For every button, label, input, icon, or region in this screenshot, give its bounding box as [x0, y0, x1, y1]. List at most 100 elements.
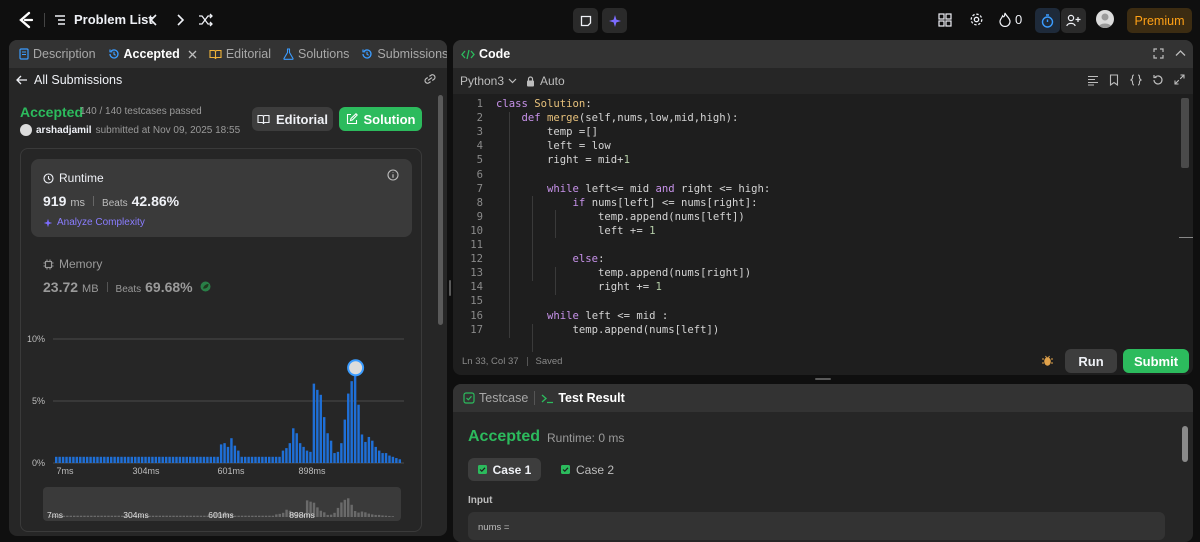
- memory-card[interactable]: Memory 23.72 MB Beats 69.68%: [31, 249, 412, 299]
- distribution-bar[interactable]: [336, 451, 340, 463]
- distribution-bar[interactable]: [68, 456, 72, 463]
- your-submission-marker[interactable]: [347, 359, 365, 377]
- distribution-bar[interactable]: [168, 456, 171, 463]
- distribution-bar[interactable]: [116, 456, 120, 463]
- panel-resize-handle[interactable]: [815, 378, 831, 380]
- tab-test-result[interactable]: Test Result: [535, 384, 630, 412]
- vertical-resize-handle[interactable]: [449, 280, 451, 296]
- distribution-bar[interactable]: [305, 450, 309, 463]
- leetcode-logo-icon[interactable]: [16, 10, 36, 30]
- distribution-bar[interactable]: [223, 443, 226, 463]
- distribution-bar[interactable]: [175, 456, 178, 463]
- runtime-distribution-chart[interactable]: 0% 5% 10% 7ms 304ms 601ms 898ms: [21, 329, 421, 475]
- tab-accepted[interactable]: Accepted: [102, 40, 203, 68]
- ai-assistant-button[interactable]: [602, 8, 627, 33]
- distribution-bar[interactable]: [61, 456, 65, 463]
- distribution-bar[interactable]: [206, 456, 209, 463]
- distribution-bar[interactable]: [120, 456, 123, 463]
- distribution-bar[interactable]: [343, 419, 347, 463]
- distribution-bar[interactable]: [240, 456, 243, 463]
- distribution-bar[interactable]: [216, 456, 219, 463]
- distribution-bar[interactable]: [199, 456, 202, 463]
- distribution-bar[interactable]: [58, 456, 61, 463]
- distribution-bar[interactable]: [278, 456, 281, 463]
- distribution-bar[interactable]: [230, 438, 233, 463]
- braces-icon[interactable]: [1130, 74, 1142, 86]
- fullscreen-icon[interactable]: [1174, 74, 1185, 85]
- debug-bug-icon[interactable]: [1041, 354, 1054, 367]
- distribution-bar[interactable]: [347, 393, 350, 463]
- distribution-bar[interactable]: [250, 456, 254, 463]
- notes-button[interactable]: [573, 8, 598, 33]
- distribution-bar[interactable]: [302, 446, 305, 463]
- distribution-bar[interactable]: [92, 456, 96, 463]
- layout-grid-icon[interactable]: [938, 13, 952, 27]
- language-select[interactable]: Python3: [460, 74, 517, 88]
- close-icon[interactable]: [188, 50, 197, 59]
- submit-button[interactable]: Submit: [1123, 349, 1189, 373]
- distribution-bar[interactable]: [288, 443, 292, 463]
- distribution-bar[interactable]: [75, 456, 79, 463]
- distribution-bar[interactable]: [329, 440, 333, 463]
- tab-editorial[interactable]: Editorial: [203, 40, 277, 68]
- distribution-bar[interactable]: [353, 373, 357, 463]
- editorial-button[interactable]: Editorial: [252, 107, 333, 131]
- distribution-bar[interactable]: [147, 456, 151, 463]
- distribution-bar[interactable]: [192, 456, 195, 463]
- distribution-bar[interactable]: [333, 453, 336, 463]
- distribution-bar[interactable]: [72, 456, 75, 463]
- distribution-bar[interactable]: [144, 456, 147, 463]
- distribution-bar[interactable]: [182, 456, 185, 463]
- solution-button[interactable]: Solution: [339, 107, 422, 131]
- distribution-bar[interactable]: [247, 456, 250, 463]
- distribution-bar[interactable]: [158, 456, 161, 463]
- case-1-button[interactable]: Case 1: [468, 458, 541, 481]
- distribution-bar[interactable]: [134, 456, 137, 463]
- distribution-bar[interactable]: [103, 456, 106, 463]
- premium-button[interactable]: Premium: [1127, 8, 1192, 33]
- distribution-bar[interactable]: [213, 456, 216, 463]
- avatar[interactable]: [1096, 10, 1114, 28]
- distribution-bar[interactable]: [364, 441, 367, 463]
- distribution-bar[interactable]: [340, 443, 343, 463]
- tab-description[interactable]: Description: [13, 40, 102, 68]
- distribution-bar[interactable]: [65, 456, 68, 463]
- problem-list-link[interactable]: Problem List: [54, 12, 153, 27]
- distribution-bar[interactable]: [360, 434, 364, 463]
- analyze-complexity-link[interactable]: Analyze Complexity: [43, 217, 145, 228]
- test-scrollbar[interactable]: [1182, 426, 1188, 462]
- distribution-bar[interactable]: [377, 450, 381, 463]
- chevron-right-icon[interactable]: [174, 13, 186, 27]
- distribution-bar[interactable]: [219, 444, 223, 463]
- distribution-bar[interactable]: [237, 450, 240, 463]
- auto-mode-toggle[interactable]: Auto: [526, 74, 565, 88]
- distribution-bar[interactable]: [391, 456, 395, 463]
- distribution-bar[interactable]: [85, 456, 89, 463]
- distribution-bar[interactable]: [113, 456, 116, 463]
- distribution-bar[interactable]: [281, 450, 285, 463]
- distribution-bar[interactable]: [257, 456, 261, 463]
- runtime-card[interactable]: Runtime 919 ms Beats 42.86% Analyze Comp…: [31, 159, 412, 237]
- distribution-bar[interactable]: [226, 446, 230, 463]
- distribution-bar[interactable]: [161, 456, 164, 463]
- streak-counter[interactable]: 0: [999, 12, 1022, 27]
- distribution-bar[interactable]: [130, 456, 134, 463]
- bookmark-icon[interactable]: [1109, 74, 1119, 86]
- timer-button[interactable]: [1035, 8, 1060, 33]
- distribution-bar[interactable]: [271, 456, 274, 463]
- distribution-bar[interactable]: [178, 456, 182, 463]
- distribution-bar[interactable]: [350, 381, 353, 463]
- distribution-bar[interactable]: [367, 436, 371, 463]
- distribution-bar[interactable]: [137, 456, 140, 463]
- distribution-bar[interactable]: [261, 456, 264, 463]
- distribution-bar[interactable]: [195, 456, 199, 463]
- distribution-bar[interactable]: [79, 456, 82, 463]
- distribution-bar[interactable]: [264, 456, 268, 463]
- distribution-bar[interactable]: [89, 456, 92, 463]
- chevron-left-icon[interactable]: [148, 13, 160, 27]
- distribution-bar[interactable]: [388, 455, 391, 463]
- distribution-bar[interactable]: [309, 451, 312, 463]
- distribution-bar[interactable]: [357, 404, 360, 463]
- distribution-bar[interactable]: [326, 433, 329, 463]
- chevron-up-icon[interactable]: [1175, 49, 1186, 57]
